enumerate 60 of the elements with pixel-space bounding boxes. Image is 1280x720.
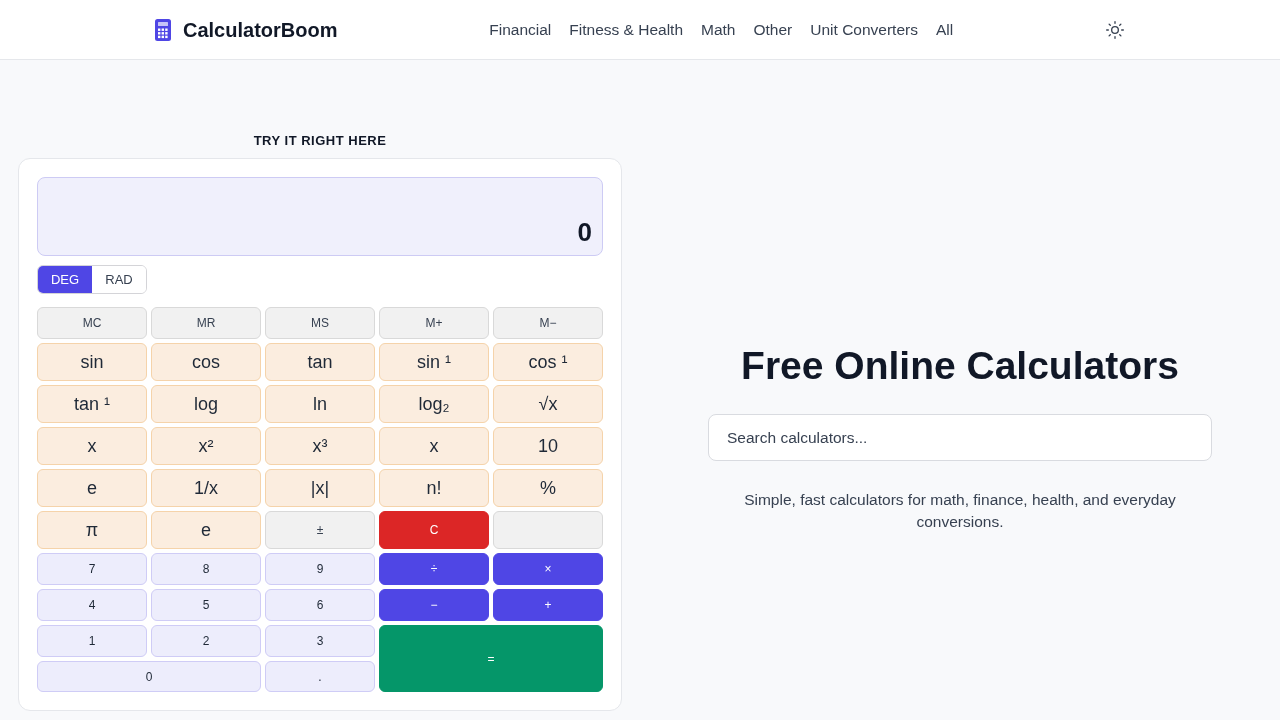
digit-key[interactable]: 8 bbox=[151, 553, 261, 585]
digit-key[interactable]: 1 bbox=[37, 625, 147, 657]
function-key[interactable]: 10 bbox=[493, 427, 603, 465]
description-text: Simple, fast calculators for math, finance, health, and everyday conversions. bbox=[743, 490, 1177, 532]
function-key[interactable]: x² bbox=[151, 427, 261, 465]
equals-key[interactable]: = bbox=[379, 625, 603, 692]
function-key[interactable]: x bbox=[37, 427, 147, 465]
function-key[interactable]: e bbox=[151, 511, 261, 549]
function-key[interactable]: log bbox=[151, 385, 261, 423]
function-key[interactable]: e bbox=[37, 469, 147, 507]
nav-link[interactable]: Other bbox=[753, 17, 793, 42]
function-key[interactable]: x bbox=[379, 427, 489, 465]
angle-mode-tab[interactable]: DEG bbox=[38, 266, 92, 293]
function-key[interactable]: cos bbox=[151, 343, 261, 381]
digit-key[interactable]: 9 bbox=[265, 553, 375, 585]
digit-key[interactable]: 3 bbox=[265, 625, 375, 657]
sun-icon[interactable] bbox=[1105, 19, 1125, 40]
operator-key[interactable]: × bbox=[493, 553, 603, 585]
digit-key[interactable]: 6 bbox=[265, 589, 375, 621]
calculator-icon bbox=[155, 18, 171, 41]
function-key[interactable]: ln bbox=[265, 385, 375, 423]
section-heading: TRY IT RIGHT HERE bbox=[252, 133, 388, 149]
function-key[interactable]: log₂ bbox=[379, 385, 489, 423]
digit-key[interactable]: 4 bbox=[37, 589, 147, 621]
memory-key[interactable]: M− bbox=[493, 307, 603, 339]
nav-link[interactable]: Unit Converters bbox=[810, 17, 918, 42]
memory-key[interactable]: M+ bbox=[379, 307, 489, 339]
function-key[interactable]: 1/x bbox=[151, 469, 261, 507]
page-title: Free Online Calculators bbox=[741, 343, 1179, 389]
function-key[interactable]: |x| bbox=[265, 469, 375, 507]
nav-link[interactable]: Fitness & Health bbox=[569, 17, 684, 42]
nav-link[interactable]: All bbox=[935, 17, 954, 42]
memory-key[interactable]: MC bbox=[37, 307, 147, 339]
function-key[interactable]: sin ¹ bbox=[379, 343, 489, 381]
function-key[interactable]: π bbox=[37, 511, 147, 549]
site-logo[interactable]: CalculatorBoom bbox=[183, 14, 338, 45]
nav-link[interactable]: Financial bbox=[489, 17, 552, 42]
function-key[interactable]: tan bbox=[265, 343, 375, 381]
operator-key[interactable]: − bbox=[379, 589, 489, 621]
function-key[interactable]: cos ¹ bbox=[493, 343, 603, 381]
search-field[interactable]: Search calculators... bbox=[708, 414, 1212, 461]
digit-key[interactable]: 7 bbox=[37, 553, 147, 585]
digit-key[interactable]: 5 bbox=[151, 589, 261, 621]
digit-key[interactable]: . bbox=[265, 661, 375, 692]
operator-key[interactable]: + bbox=[493, 589, 603, 621]
function-key[interactable]: % bbox=[493, 469, 603, 507]
memory-key[interactable]: MS bbox=[265, 307, 375, 339]
clear-key[interactable]: C bbox=[379, 511, 489, 549]
memory-key[interactable]: MR bbox=[151, 307, 261, 339]
operator-key[interactable]: ÷ bbox=[379, 553, 489, 585]
function-key[interactable]: sin bbox=[37, 343, 147, 381]
function-key[interactable]: x³ bbox=[265, 427, 375, 465]
function-key[interactable]: n! bbox=[379, 469, 489, 507]
nav-link[interactable]: Math bbox=[701, 17, 736, 42]
calculator-key[interactable]: ± bbox=[265, 511, 375, 549]
display-value: 0 bbox=[577, 219, 592, 245]
digit-key[interactable]: 0 bbox=[37, 661, 261, 692]
digit-key[interactable]: 2 bbox=[151, 625, 261, 657]
function-key[interactable]: tan ¹ bbox=[37, 385, 147, 423]
function-key[interactable]: √x bbox=[493, 385, 603, 423]
